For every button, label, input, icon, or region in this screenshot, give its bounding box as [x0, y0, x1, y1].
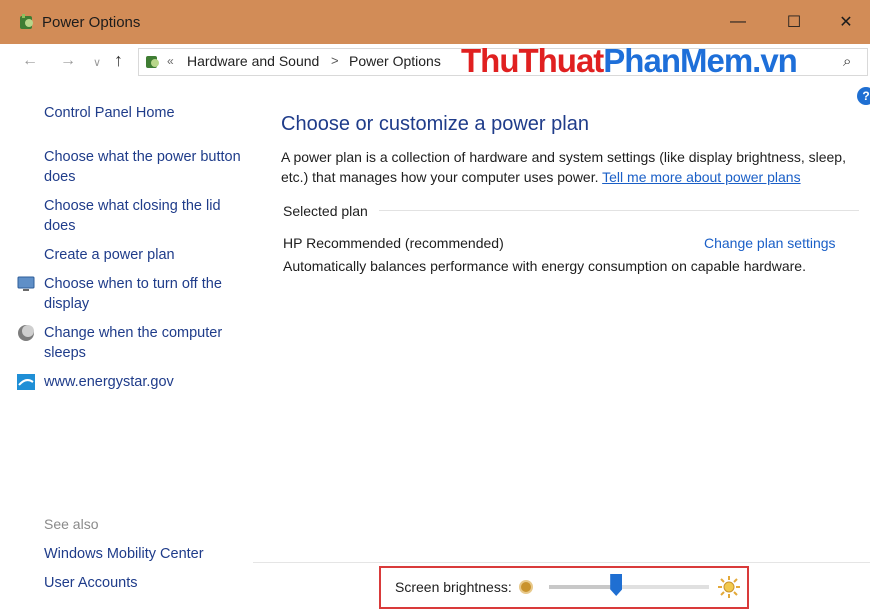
- brightness-slider-thumb[interactable]: [610, 574, 623, 596]
- minimize-button[interactable]: —: [710, 0, 766, 44]
- selected-plan-label: Selected plan: [283, 203, 368, 219]
- see-also-heading: See also: [44, 516, 99, 532]
- bright-sun-icon: [718, 576, 740, 598]
- plan-description-text: A power plan is a collection of hardware…: [281, 147, 867, 187]
- bottom-divider: [253, 562, 870, 563]
- watermark-part1: ThuThuat: [461, 42, 604, 79]
- control-panel-icon: [146, 56, 159, 68]
- breadcrumb-hardware-and-sound[interactable]: Hardware and Sound: [187, 53, 319, 69]
- section-divider: [379, 210, 859, 211]
- title-bar: Power Options — ☐ ✕: [0, 0, 870, 44]
- navigation-bar: ← → ∨ ↑ « Hardware and Sound > Power Opt…: [0, 42, 870, 80]
- power-options-icon: [20, 14, 33, 29]
- page-title: Choose or customize a power plan: [281, 113, 589, 135]
- control-panel-home-link[interactable]: Control Panel Home: [44, 103, 175, 123]
- recent-locations-chevron-icon[interactable]: ∨: [93, 56, 101, 69]
- windows-mobility-center-link[interactable]: Windows Mobility Center: [44, 544, 204, 564]
- breadcrumb-overflow-icon[interactable]: «: [167, 54, 174, 68]
- brightness-slider-track[interactable]: [549, 585, 709, 589]
- maximize-button[interactable]: ☐: [766, 0, 822, 44]
- window-title: Power Options: [42, 14, 141, 31]
- energy-star-link[interactable]: www.energystar.gov: [44, 372, 174, 392]
- dim-sun-icon: [519, 580, 533, 594]
- search-icon[interactable]: ⌕: [843, 53, 851, 70]
- close-button[interactable]: ✕: [822, 0, 870, 44]
- change-plan-settings-link[interactable]: Change plan settings: [704, 235, 836, 251]
- computer-sleeps-link[interactable]: Change when the computer sleeps: [44, 323, 244, 363]
- breadcrumb-power-options[interactable]: Power Options: [349, 53, 441, 69]
- up-arrow-icon[interactable]: ↑: [114, 50, 123, 71]
- help-icon[interactable]: ?: [857, 87, 870, 105]
- create-power-plan-link[interactable]: Create a power plan: [44, 245, 175, 265]
- plan-name: HP Recommended (recommended): [283, 235, 504, 251]
- turn-off-display-link[interactable]: Choose when to turn off the display: [44, 274, 244, 314]
- back-arrow-icon[interactable]: ←: [22, 52, 38, 70]
- display-off-icon: [17, 276, 35, 291]
- breadcrumb-separator-icon[interactable]: >: [331, 53, 339, 68]
- watermark: ThuThuatPhanMem.vn: [461, 42, 798, 80]
- energy-star-icon: [17, 374, 35, 390]
- minimize-icon: —: [730, 13, 746, 30]
- address-bar[interactable]: « Hardware and Sound > Power Options Thu…: [138, 42, 868, 79]
- screen-brightness-label: Screen brightness:: [395, 579, 512, 595]
- closing-lid-link[interactable]: Choose what closing the lid does: [44, 196, 254, 236]
- tell-me-more-link[interactable]: Tell me more about power plans: [602, 169, 800, 185]
- power-button-link[interactable]: Choose what the power button does: [44, 147, 254, 187]
- screen-brightness-area: Screen brightness:: [379, 566, 749, 609]
- forward-arrow-icon[interactable]: →: [60, 52, 76, 70]
- watermark-part2: PhanMem.vn: [603, 42, 798, 79]
- close-icon: ✕: [839, 14, 853, 31]
- brightness-slider-fill: [549, 585, 617, 589]
- maximize-icon: ☐: [786, 14, 802, 31]
- plan-details: Automatically balances performance with …: [283, 258, 806, 274]
- user-accounts-link[interactable]: User Accounts: [44, 573, 138, 593]
- sleep-moon-icon: [18, 325, 34, 341]
